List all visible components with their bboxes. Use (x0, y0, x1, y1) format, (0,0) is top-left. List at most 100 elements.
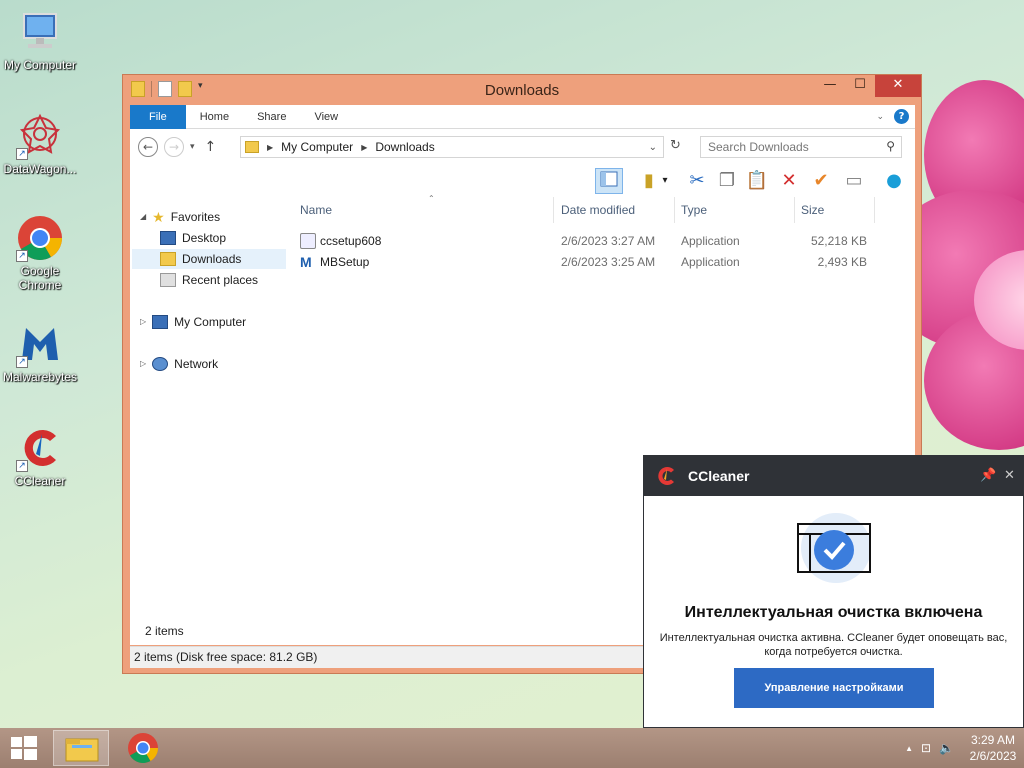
file-name: ccsetup608 (320, 234, 382, 248)
shortcut-arrow-icon: ↗ (16, 148, 28, 160)
title-bar[interactable]: ▾ Downloads — ☐ ✕ (123, 75, 921, 105)
nav-label: Network (174, 357, 219, 371)
desktop-icon-my-computer[interactable]: My Computer (0, 8, 80, 72)
column-header-type[interactable]: Type (681, 203, 707, 217)
nav-label: Downloads (182, 252, 242, 266)
expand-arrow-icon: ◢ (140, 212, 147, 221)
ribbon-tabs: File Home Share View ⌄ ? (130, 104, 915, 129)
table-row[interactable]: ccsetup608 2/6/2023 3:27 AM Application … (300, 231, 900, 251)
paste-icon[interactable]: 📋 (743, 168, 771, 194)
close-icon[interactable]: ✕ (1004, 468, 1015, 483)
pin-icon[interactable]: 📌 (980, 468, 996, 483)
address-dropdown-icon[interactable]: ⌄ (649, 142, 657, 153)
ccleaner-message: Интеллектуальная очистка активна. CClean… (659, 632, 1008, 658)
desktop-icon-label: My Computer (3, 58, 77, 72)
nav-favorites[interactable]: ◢ ★ Favorites (140, 207, 220, 227)
breadcrumb-downloads[interactable]: Downloads (375, 140, 434, 154)
nav-recent-places[interactable]: Recent places (160, 270, 258, 290)
tab-file[interactable]: File (130, 104, 186, 129)
nav-network[interactable]: ▷ Network (140, 354, 218, 374)
desktop-icon-label: Malwarebytes (2, 370, 78, 384)
close-button[interactable]: ✕ (875, 75, 921, 97)
file-name-cell: M MBSetup (300, 254, 369, 270)
cut-icon[interactable]: ✂ (683, 168, 711, 194)
desktop-icon-label: DataWagon... (3, 162, 77, 176)
file-name-cell: ccsetup608 (300, 233, 381, 249)
network-icon[interactable]: ⊡ (921, 741, 931, 755)
folder-icon (245, 141, 259, 153)
rename-icon[interactable]: ▭ (840, 168, 868, 194)
ccleaner-setup-icon (300, 233, 316, 249)
nav-downloads[interactable]: Downloads (132, 249, 286, 269)
malwarebytes-icon: M (300, 254, 312, 270)
globe-icon[interactable]: ● (880, 168, 908, 194)
desktop-icon-ccleaner[interactable]: ↗ CCleaner (0, 424, 80, 488)
show-hidden-icons-icon[interactable]: ▲ (905, 744, 913, 753)
star-icon: ★ (152, 209, 165, 225)
column-header-name[interactable]: Name (300, 203, 332, 217)
table-row[interactable]: M MBSetup 2/6/2023 3:25 AM Application 2… (300, 252, 900, 272)
desktop-icon-malwarebytes[interactable]: ↗ Malwarebytes (0, 320, 80, 384)
expand-arrow-icon: ▷ (140, 317, 147, 326)
back-button[interactable]: ← (138, 137, 158, 157)
forward-button[interactable]: → (164, 137, 184, 157)
desktop-icon-label: Google Chrome (18, 264, 62, 292)
smart-cleaning-illustration (794, 508, 874, 583)
file-date: 2/6/2023 3:27 AM (561, 234, 656, 248)
command-toolbar: ▮ ▾ ✂ ❐ 📋 ✕ ✔ ▭ ● (130, 165, 915, 197)
column-header-date[interactable]: Date modified (561, 203, 635, 217)
volume-icon[interactable]: 🔈 (939, 741, 954, 755)
expand-ribbon-icon[interactable]: ⌄ (876, 112, 884, 122)
downloads-folder-icon (160, 252, 176, 266)
taskbar-chrome[interactable] (115, 730, 171, 766)
file-size: 2,493 KB (817, 255, 867, 269)
file-type: Application (681, 234, 740, 248)
delete-icon[interactable]: ✕ (775, 168, 803, 194)
start-button[interactable] (0, 728, 48, 768)
nav-my-computer[interactable]: ▷ My Computer (140, 312, 246, 332)
breadcrumb-separator-icon: ▶ (267, 142, 274, 152)
checkmark-icon[interactable]: ✔ (807, 168, 835, 194)
shortcut-arrow-icon: ↗ (16, 250, 28, 262)
search-icon: ⚲ (886, 139, 895, 153)
file-type: Application (681, 255, 740, 269)
tab-share[interactable]: Share (243, 105, 300, 129)
desktop-icon-label: CCleaner (14, 474, 66, 488)
help-icon[interactable]: ? (894, 109, 909, 124)
breadcrumb-my-computer[interactable]: My Computer (281, 140, 353, 154)
file-date: 2/6/2023 3:25 AM (561, 255, 656, 269)
copy-icon[interactable]: ❐ (713, 168, 741, 194)
expand-arrow-icon: ▷ (140, 359, 147, 368)
clock[interactable]: 3:29 AM 2/6/2023 (962, 732, 1024, 764)
maximize-button[interactable]: ☐ (845, 75, 875, 97)
ccleaner-icon: ↗ (16, 424, 64, 472)
ccleaner-logo-icon (658, 467, 674, 485)
file-size: 52,218 KB (810, 234, 867, 248)
tab-home[interactable]: Home (186, 105, 243, 129)
taskbar-file-explorer[interactable] (53, 730, 109, 766)
nav-label: Recent places (182, 273, 259, 287)
up-arrow-icon[interactable]: ↑ (205, 139, 217, 155)
desktop-icon-chrome[interactable]: ↗ Google Chrome (0, 214, 80, 292)
tab-view[interactable]: View (300, 105, 352, 129)
datawagon-icon: ↗ (16, 112, 64, 160)
shortcut-arrow-icon: ↗ (16, 356, 28, 368)
recent-locations-icon[interactable]: ▾ (190, 142, 195, 152)
manage-settings-button[interactable]: Управление настройками (734, 668, 934, 708)
column-header-size[interactable]: Size (801, 203, 824, 217)
chevron-down-icon[interactable]: ▾ (658, 168, 672, 194)
window-title: Downloads (484, 82, 560, 99)
preview-pane-icon[interactable] (595, 168, 623, 194)
search-input[interactable]: Search Downloads ⚲ (700, 136, 902, 158)
address-bar[interactable]: ▶ My Computer ▶ Downloads ⌄ (240, 136, 664, 158)
file-explorer-icon (65, 738, 99, 762)
clock-time: 3:29 AM (970, 733, 1016, 747)
refresh-icon[interactable]: ↻ (670, 138, 681, 153)
desktop-icon-datawagon[interactable]: ↗ DataWagon... (0, 112, 80, 176)
nav-desktop[interactable]: Desktop (160, 228, 226, 248)
chrome-icon: ↗ (16, 214, 64, 262)
minimize-button[interactable]: — (815, 75, 845, 97)
ccleaner-title: CCleaner (688, 468, 750, 484)
shortcut-arrow-icon: ↗ (16, 460, 28, 472)
breadcrumb-separator-icon: ▶ (361, 142, 368, 152)
